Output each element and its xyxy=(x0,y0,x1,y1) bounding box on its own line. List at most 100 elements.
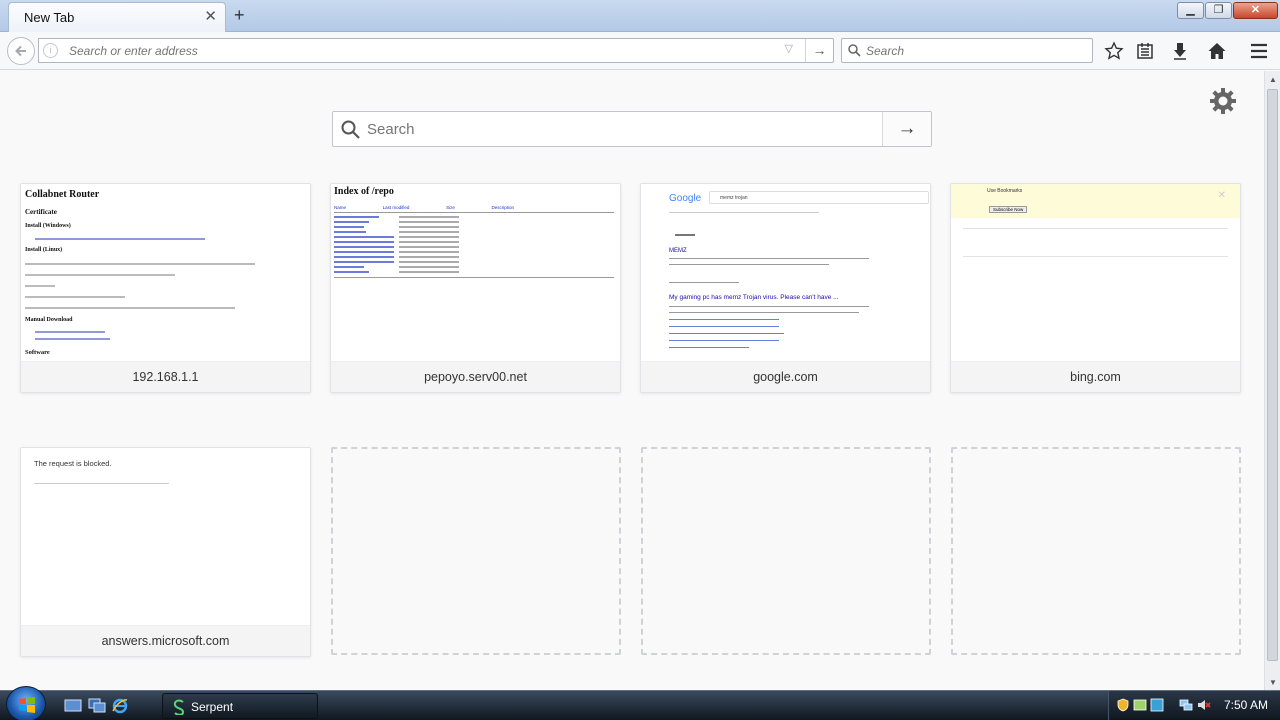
thumb-google-logo: Google xyxy=(669,193,702,204)
internet-explorer-icon[interactable] xyxy=(111,698,129,714)
system-tray: 7:50 AM xyxy=(1108,691,1280,720)
speaker-muted-icon[interactable] xyxy=(1197,698,1211,712)
thumb-heading: Index of /repo xyxy=(334,186,394,197)
top-site-tile[interactable]: Use Bookmarks Subscribe Now ✕ bing.com xyxy=(950,183,1241,393)
start-button[interactable] xyxy=(6,686,46,720)
thumb-listing xyxy=(334,215,464,280)
taskbar-button-label: Serpent xyxy=(191,700,234,714)
scroll-down-arrow-icon[interactable]: ▼ xyxy=(1265,678,1280,687)
empty-tile-slot xyxy=(951,447,1241,655)
volume-icon[interactable] xyxy=(1150,698,1164,712)
thumb-rule xyxy=(25,296,125,298)
menu-icon[interactable] xyxy=(1249,41,1269,61)
restore-button[interactable]: ❐ xyxy=(1205,2,1232,19)
thumb-rule xyxy=(669,312,859,313)
url-bar[interactable]: i ▽ → xyxy=(38,38,834,63)
scroll-thumb[interactable] xyxy=(1267,89,1278,661)
reading-list-icon[interactable] xyxy=(1135,41,1155,61)
thumb-column: Name xyxy=(334,205,347,210)
thumb-rule xyxy=(25,285,55,287)
thumb-rule xyxy=(669,326,779,327)
site-info-icon[interactable]: i xyxy=(43,43,58,58)
back-button[interactable] xyxy=(7,37,35,65)
newtab-search-input[interactable] xyxy=(367,112,867,146)
thumb-column: Size xyxy=(446,205,455,210)
tile-title: google.com xyxy=(641,361,930,392)
url-go-button[interactable]: → xyxy=(805,39,833,62)
close-icon: ✕ xyxy=(1250,4,1261,16)
tile-thumbnail: Collabnet Router Certificate Install (Wi… xyxy=(21,184,310,361)
windows-taskbar: Serpent 7:50 AM xyxy=(0,686,1280,720)
new-tab-button[interactable]: + xyxy=(234,4,245,26)
action-center-icon[interactable] xyxy=(1133,698,1147,712)
back-arrow-icon xyxy=(15,45,26,57)
thumb-rule xyxy=(35,331,105,333)
window-controls: ▁ ❐ ✕ xyxy=(1177,2,1278,19)
tile-title: 192.168.1.1 xyxy=(21,361,310,392)
thumb-rule xyxy=(669,340,779,341)
downloads-icon[interactable] xyxy=(1170,41,1190,61)
tile-title: pepoyo.serv00.net xyxy=(331,361,620,392)
new-tab-page: → Collabnet Router Certificate Install (… xyxy=(0,71,1264,690)
thumb-line: Install (Windows) xyxy=(25,223,71,229)
newtab-search-go-button[interactable]: → xyxy=(882,112,931,146)
thumb-line: Certificate xyxy=(25,208,57,216)
tile-thumbnail: Use Bookmarks Subscribe Now ✕ xyxy=(951,184,1240,361)
vertical-scrollbar[interactable]: ▲ ▼ xyxy=(1264,71,1280,690)
top-site-tile[interactable]: Google memz trojan MEMZ My gaming pc has… xyxy=(640,183,931,393)
thumb-columns: Name Last modified Size Description xyxy=(334,205,514,210)
url-input[interactable] xyxy=(69,39,769,62)
newtab-search-box[interactable]: → xyxy=(332,111,932,147)
thumb-close-icon: ✕ xyxy=(1217,190,1226,201)
taskbar-button-serpent[interactable]: Serpent xyxy=(162,693,318,719)
thumb-column: Last modified xyxy=(382,205,410,210)
tile-thumbnail: Google memz trojan MEMZ My gaming pc has… xyxy=(641,184,930,361)
url-history-dropdown-icon[interactable]: ▽ xyxy=(785,42,793,55)
thumb-column: Description xyxy=(491,205,514,210)
tab-new-tab[interactable]: New Tab ✕ xyxy=(8,2,226,32)
security-shield-icon[interactable] xyxy=(1116,698,1130,712)
search-icon xyxy=(341,120,360,139)
gear-icon[interactable] xyxy=(1208,86,1238,116)
thumb-rule xyxy=(35,238,205,240)
tab-close-icon[interactable]: ✕ xyxy=(204,8,217,26)
network-icon[interactable] xyxy=(1179,698,1193,712)
thumb-rule xyxy=(25,307,235,309)
thumb-rule xyxy=(334,277,614,278)
close-window-button[interactable]: ✕ xyxy=(1233,2,1278,19)
thumb-rule xyxy=(34,483,169,484)
thumb-rule xyxy=(963,256,1228,257)
system-clock[interactable]: 7:50 AM xyxy=(1224,698,1268,712)
thumb-banner-button: Subscribe Now xyxy=(989,206,1028,213)
empty-tile-slot xyxy=(641,447,931,655)
top-site-tile[interactable]: Index of /repo Name Last modified Size D… xyxy=(330,183,621,393)
thumb-rule xyxy=(669,306,869,307)
bookmark-star-icon[interactable] xyxy=(1104,41,1124,61)
switch-windows-icon[interactable] xyxy=(88,698,106,714)
thumb-rule xyxy=(334,212,614,213)
home-icon[interactable] xyxy=(1207,41,1227,61)
minimize-icon: ▁ xyxy=(1186,4,1195,16)
thumb-rule xyxy=(675,234,695,236)
serpent-app-icon xyxy=(173,699,185,715)
top-site-tile[interactable]: The request is blocked. answers.microsof… xyxy=(20,447,311,657)
thumb-listing-lines xyxy=(334,216,459,273)
thumb-line: Install (Linux) xyxy=(25,247,63,253)
thumb-text: The request is blocked. xyxy=(34,459,112,468)
thumb-banner: Use Bookmarks Subscribe Now ✕ xyxy=(951,184,1240,218)
windows-logo-icon xyxy=(19,697,35,713)
thumb-banner-text: Use Bookmarks xyxy=(987,188,1023,194)
show-desktop-icon[interactable] xyxy=(64,698,82,714)
thumb-rule xyxy=(669,319,779,320)
scroll-up-arrow-icon[interactable]: ▲ xyxy=(1265,75,1280,84)
thumb-line: Software xyxy=(25,349,50,356)
minimize-button[interactable]: ▁ xyxy=(1177,2,1204,19)
thumb-rule xyxy=(669,347,749,348)
thumb-rule xyxy=(669,264,829,265)
search-bar[interactable] xyxy=(841,38,1093,63)
top-site-tile[interactable]: Collabnet Router Certificate Install (Wi… xyxy=(20,183,311,393)
thumb-rule xyxy=(669,333,784,334)
restore-icon: ❐ xyxy=(1213,4,1224,16)
search-input[interactable] xyxy=(866,39,1086,62)
tile-thumbnail: Index of /repo Name Last modified Size D… xyxy=(331,184,620,361)
